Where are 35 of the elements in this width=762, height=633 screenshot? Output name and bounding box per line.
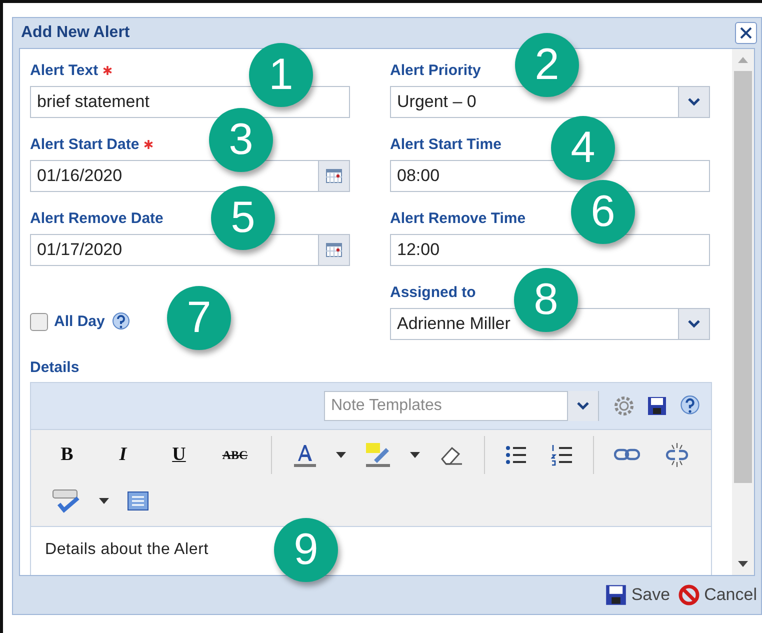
editor-text[interactable]: Details about the Alert [45, 541, 208, 558]
scrollbar[interactable] [732, 49, 754, 575]
save-icon[interactable] [647, 396, 667, 416]
date-field[interactable]: 01/16/2020 [30, 160, 350, 192]
all-day-checkbox[interactable] [30, 312, 48, 330]
underline-button[interactable]: U [151, 436, 207, 474]
dialog-title: Add New Alert [21, 24, 130, 42]
field-label: Alert Text [30, 62, 98, 78]
help-icon[interactable] [679, 395, 701, 417]
italic-button[interactable]: I [95, 436, 151, 474]
calendar-icon[interactable] [318, 235, 349, 265]
field-label: Alert Remove Time [390, 210, 526, 226]
field-label: Alert Remove Date [30, 210, 164, 226]
gear-icon[interactable] [613, 395, 635, 417]
field-label: Alert Start Date [30, 136, 140, 152]
scroll-down-icon[interactable] [738, 561, 748, 567]
field-label: Alert Start Time [390, 136, 502, 152]
close-button[interactable] [735, 22, 757, 44]
dropdown-field[interactable]: Urgent – 0 [390, 86, 710, 118]
date-field[interactable]: 01/17/2020 [30, 234, 350, 266]
no-entry-icon[interactable] [678, 584, 700, 606]
cancel-button[interactable]: Cancel [678, 584, 757, 606]
bold-button[interactable]: B [39, 436, 95, 474]
save-icon[interactable] [605, 584, 628, 606]
text-field[interactable]: 12:00 [390, 234, 710, 266]
save-button[interactable]: Save [605, 584, 670, 606]
help-icon[interactable] [110, 312, 131, 332]
strikethrough-button[interactable]: ABC [207, 436, 263, 474]
details-label: Details [30, 359, 80, 376]
field-label: Alert Priority [390, 62, 481, 78]
checkbox-label: All Day [54, 313, 105, 330]
close-icon[interactable] [739, 26, 753, 40]
templates-dropdown[interactable]: Note Templates [324, 391, 599, 421]
calendar-icon[interactable] [318, 161, 349, 191]
field-label: Assigned to [390, 284, 476, 300]
